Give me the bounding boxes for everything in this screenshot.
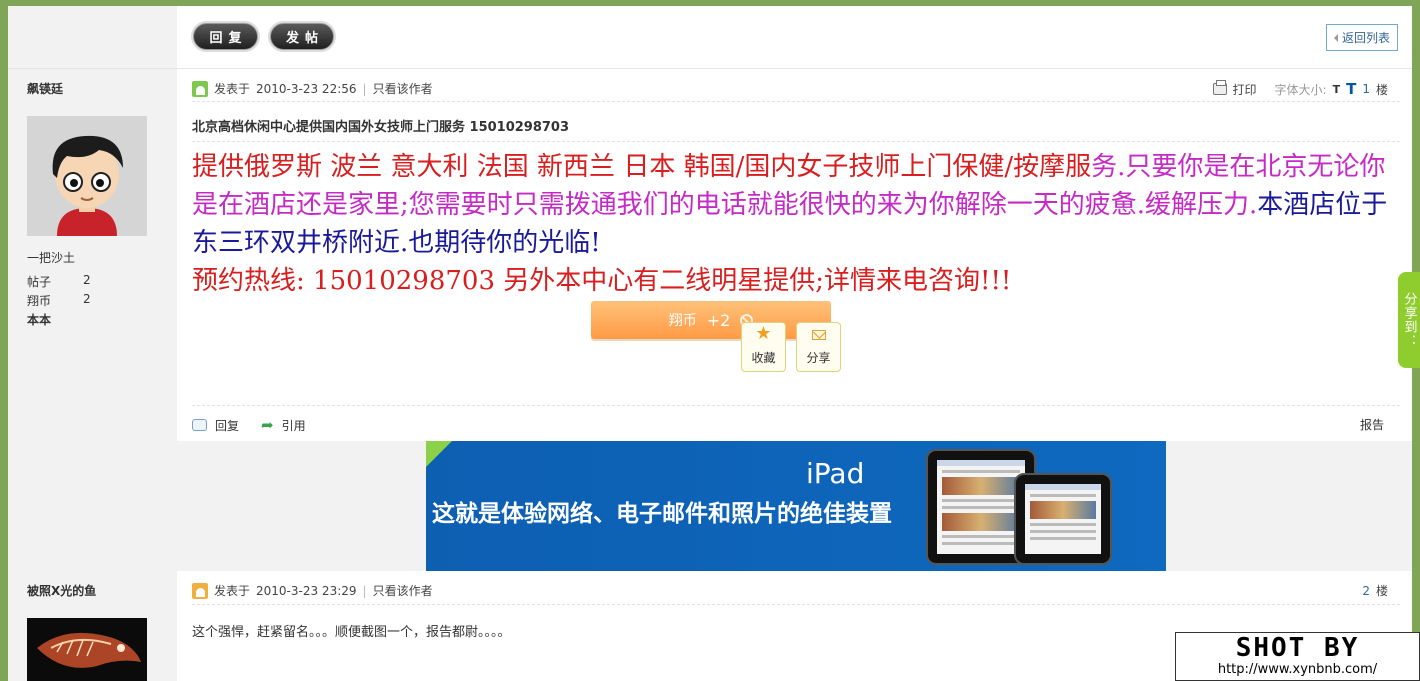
reward-value: +2 <box>706 310 731 330</box>
report-link[interactable]: 报告 <box>1360 416 1384 433</box>
floor-unit: 楼 <box>1375 584 1388 598</box>
reply-action[interactable]: 回复 <box>215 417 239 434</box>
reply-button[interactable]: 回复 <box>193 23 258 50</box>
body-text-red-hotline: 预约热线: 15010298703 另外本中心有二线明星提供;详情来电咨询!!! <box>192 266 1012 296</box>
quote-action[interactable]: 引用 <box>282 417 306 434</box>
post1-avatar[interactable] <box>27 116 147 236</box>
post1-user-group: 一把沙土 <box>27 251 76 265</box>
post1-actions: 回复 ➦ 引用 <box>192 416 306 434</box>
ipad-ad-banner[interactable]: iPad 这就是体验网络、电子邮件和照片的绝佳装置 <box>426 441 1166 571</box>
posted-time: 2010-3-23 23:29 <box>256 583 357 598</box>
watermark-url: http://www.xynbnb.com/ <box>1217 662 1378 677</box>
offline-user-icon <box>192 582 208 599</box>
xray-fish-avatar-icon <box>27 618 147 681</box>
ad-text: 这就是体验网络、电子邮件和照片的绝佳装置 <box>432 501 892 527</box>
printer-icon[interactable] <box>1212 80 1227 95</box>
divider <box>8 68 1412 69</box>
ad-title: iPad <box>806 457 865 490</box>
font-size-label: 字体大小: <box>1274 82 1327 97</box>
only-author-link[interactable]: 只看该作者 <box>373 582 433 599</box>
post2-meta: 发表于 2010-3-23 23:29 | 只看该作者 <box>192 582 433 599</box>
only-author-link[interactable]: 只看该作者 <box>373 80 433 97</box>
dashed-divider <box>192 101 1400 102</box>
separator: | <box>362 583 367 598</box>
favorite-button[interactable]: ★ 收藏 <box>741 322 786 372</box>
stat-value: 2 <box>83 292 91 306</box>
share-button[interactable]: 分享 <box>796 322 841 372</box>
font-small-button[interactable]: T <box>1333 83 1341 96</box>
star-icon: ★ <box>755 323 772 344</box>
author-sidebar-bg <box>8 6 177 681</box>
post1-author-name[interactable]: 飙锳廷 <box>27 80 63 97</box>
post2-avatar[interactable] <box>27 618 147 681</box>
floor-number[interactable]: 2 <box>1362 584 1370 598</box>
back-to-list-button[interactable]: 返回列表 <box>1326 24 1398 51</box>
share-to-tab[interactable]: 分享到： <box>1398 272 1420 368</box>
post1-signature: 本本 <box>27 313 52 327</box>
post2-body: 这个强悍，赶紧留名。。。顺便截图一个，报告都尉。。。。 <box>192 625 511 640</box>
posted-prefix: 发表于 <box>214 82 251 96</box>
reward-bar: 翔币 +2 <box>591 301 831 339</box>
back-to-list-label: 返回列表 <box>1341 31 1390 45</box>
reward-label: 翔币 <box>668 313 697 329</box>
stat-label: 帖子 <box>27 275 52 289</box>
envelope-icon <box>811 330 826 340</box>
stat-label: 翔币 <box>27 294 52 308</box>
dashed-divider <box>192 141 1400 142</box>
print-link[interactable]: 打印 <box>1233 81 1257 98</box>
stat-value: 2 <box>83 273 91 287</box>
floor-unit: 楼 <box>1375 82 1388 97</box>
dashed-divider <box>192 604 1400 605</box>
post1-stat-coins: 翔币 2 <box>27 292 91 309</box>
cartoon-boy-avatar-icon <box>27 116 147 236</box>
new-post-button[interactable]: 发帖 <box>270 23 334 50</box>
post1-body: 提供俄罗斯 波兰 意大利 法国 新西兰 日本 韩国/国内女子技师上门保健/按摩服… <box>192 148 1392 300</box>
ad-corner <box>426 441 452 467</box>
separator: | <box>362 81 367 96</box>
dashed-divider <box>192 405 1400 406</box>
watermark: SHOT BY http://www.xynbnb.com/ <box>1175 632 1420 681</box>
post2-author-name[interactable]: 被照X光的鱼 <box>27 582 96 599</box>
post1-meta: 发表于 2010-3-23 22:56 | 只看该作者 <box>192 80 433 97</box>
window-frame <box>0 0 1420 681</box>
post1-title: 北京高档休闲中心提供国内国外女技师上门服务 15010298703 <box>192 120 570 135</box>
arrow-left-icon <box>1333 33 1338 42</box>
font-big-button[interactable]: T <box>1346 80 1356 98</box>
post2-tools: 2 楼 <box>1362 582 1388 599</box>
favorite-label: 收藏 <box>751 351 776 365</box>
posted-prefix: 发表于 <box>214 584 251 598</box>
quote-arrow-icon: ➦ <box>261 416 274 434</box>
watermark-text: SHOT BY <box>1235 633 1360 663</box>
posted-time: 2010-3-23 22:56 <box>256 81 357 96</box>
online-user-icon <box>192 80 208 97</box>
post1-tools: 打印 字体大小: T T 1 楼 <box>1212 80 1388 98</box>
ipad-small-icon <box>1014 473 1112 565</box>
reply-bubble-icon <box>192 419 207 431</box>
share-label: 分享 <box>806 351 831 365</box>
body-text-red: 提供俄罗斯 波兰 意大利 法国 新西兰 日本 韩国/国内女子技师上门保健/按摩服 <box>192 152 1092 182</box>
floor-number[interactable]: 1 <box>1362 82 1370 96</box>
post1-stat-posts: 帖子 2 <box>27 273 91 290</box>
